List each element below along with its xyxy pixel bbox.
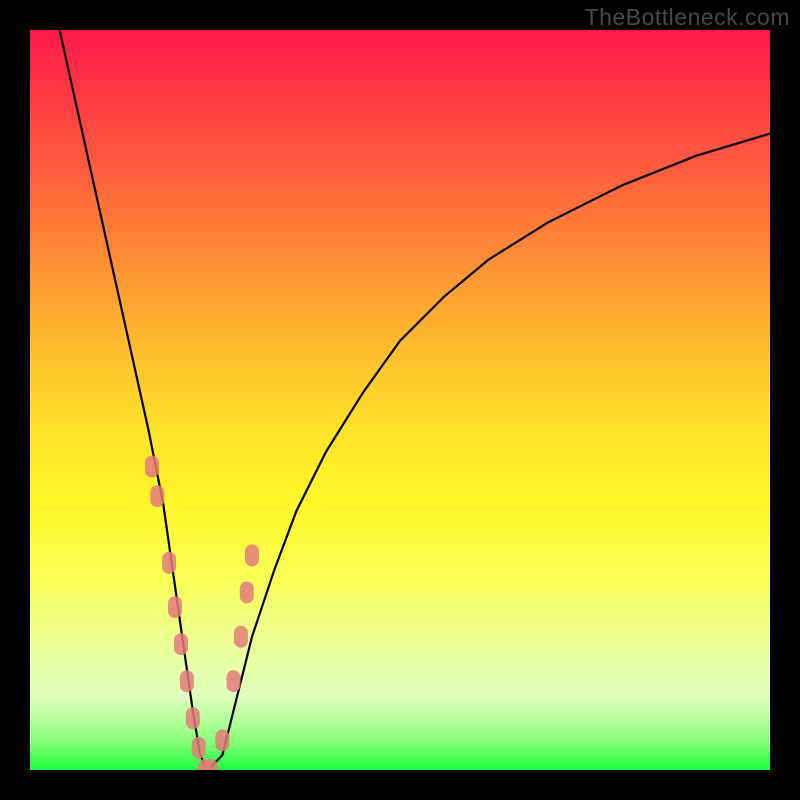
highlight-point: [180, 670, 194, 692]
watermark-text: TheBottleneck.com: [585, 4, 790, 31]
highlight-point: [215, 729, 229, 751]
highlight-point: [162, 552, 176, 574]
highlight-point: [174, 633, 188, 655]
highlight-point: [186, 707, 200, 729]
highlight-point: [245, 544, 259, 566]
highlight-point: [150, 485, 164, 507]
highlight-point: [240, 581, 254, 603]
chart-frame: TheBottleneck.com: [0, 0, 800, 800]
highlight-point: [192, 737, 206, 759]
curve-layer: [30, 30, 770, 770]
highlight-point: [227, 670, 241, 692]
bottleneck-curve: [60, 30, 770, 770]
highlight-points: [145, 456, 259, 770]
highlight-point: [168, 596, 182, 618]
highlight-point: [145, 456, 159, 478]
highlight-point: [234, 626, 248, 648]
plot-area: [30, 30, 770, 770]
